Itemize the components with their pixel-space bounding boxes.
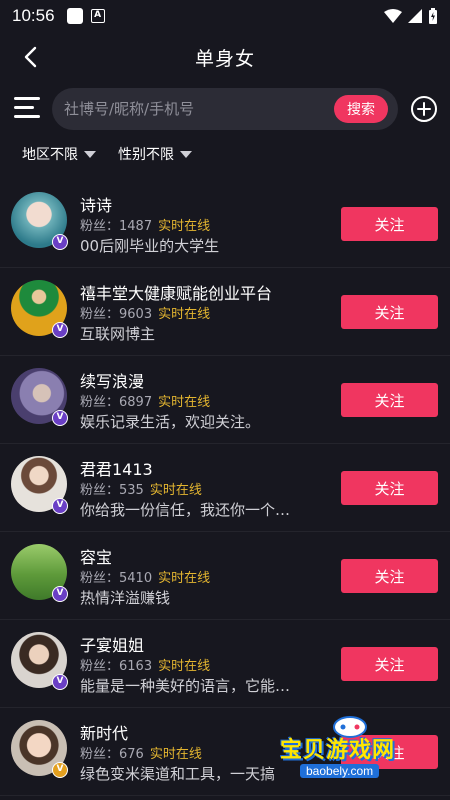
online-status: 实时在线 <box>149 747 202 762</box>
user-meta: 粉丝：535 实时在线 <box>80 479 202 498</box>
user-meta: 粉丝：5410 实时在线 <box>80 567 210 586</box>
user-meta: 粉丝：1487 实时在线 <box>80 215 210 234</box>
fans-count: 粉丝：676 <box>80 747 144 762</box>
user-bio: 00后刚毕业的大学生 <box>80 237 220 255</box>
fans-count: 粉丝：6897 <box>80 395 153 410</box>
verified-badge-icon: V <box>52 498 68 514</box>
user-name[interactable]: 新时代 <box>80 720 128 744</box>
search-button[interactable]: 搜索 <box>334 95 388 123</box>
user-row[interactable]: V 容宝 粉丝：5410 实时在线 热情洋溢赚钱 关注 <box>0 532 450 620</box>
menu-icon[interactable] <box>14 97 40 119</box>
follow-button[interactable]: 关注 <box>341 383 438 417</box>
watermark-text: 宝贝游戏网 <box>280 738 396 763</box>
back-arrow-icon[interactable] <box>18 44 44 70</box>
user-meta: 粉丝：6163 实时在线 <box>80 655 210 674</box>
verified-badge-icon: V <box>52 586 68 602</box>
gender-filter-label: 性别不限 <box>118 147 174 163</box>
gender-filter[interactable]: 性别不限 <box>118 142 192 166</box>
user-row[interactable]: V 子宴姐姐 粉丝：6163 实时在线 能量是一种美好的语言，它能… 关注 <box>0 620 450 708</box>
verified-badge-icon: V <box>52 410 68 426</box>
user-row[interactable]: V 诗诗 粉丝：1487 实时在线 00后刚毕业的大学生 关注 <box>0 180 450 268</box>
online-status: 实时在线 <box>158 395 211 410</box>
user-row[interactable]: V 君君1413 粉丝：535 实时在线 你给我一份信任，我还你一个… 关注 <box>0 444 450 532</box>
follow-button[interactable]: 关注 <box>341 295 438 329</box>
user-row[interactable]: V 禧丰堂大健康赋能创业平台 粉丝：9603 实时在线 互联网博主 关注 <box>0 268 450 356</box>
follow-button[interactable]: 关注 <box>341 647 438 681</box>
wifi-icon <box>384 9 402 23</box>
status-time: 10:56 <box>12 6 55 25</box>
user-name[interactable]: 君君1413 <box>80 456 153 480</box>
user-name[interactable]: 禧丰堂大健康赋能创业平台 <box>80 280 272 304</box>
follow-button[interactable]: 关注 <box>341 207 438 241</box>
user-name[interactable]: 子宴姐姐 <box>80 632 144 656</box>
status-bar: 10:56 A <box>0 0 450 32</box>
follow-button[interactable]: 关注 <box>341 471 438 505</box>
online-status: 实时在线 <box>158 307 211 322</box>
watermark: 宝贝游戏网 baobely.com <box>270 712 430 792</box>
caret-down-icon <box>180 150 192 158</box>
region-filter[interactable]: 地区不限 <box>22 142 96 166</box>
user-meta: 粉丝：6897 实时在线 <box>80 391 210 410</box>
filter-bar: 地区不限 性别不限 <box>0 142 450 166</box>
user-bio: 互联网博主 <box>80 325 156 343</box>
fans-count: 粉丝：1487 <box>80 219 153 234</box>
region-filter-label: 地区不限 <box>22 147 78 163</box>
fans-count: 粉丝：9603 <box>80 307 153 322</box>
search-input[interactable] <box>64 88 314 130</box>
verified-badge-icon: V <box>52 234 68 250</box>
online-status: 实时在线 <box>158 571 211 586</box>
fans-count: 粉丝：5410 <box>80 571 153 586</box>
user-list: V 诗诗 粉丝：1487 实时在线 00后刚毕业的大学生 关注 V 禧丰堂大健康赋… <box>0 180 450 796</box>
notification-icon <box>66 8 83 24</box>
user-name[interactable]: 容宝 <box>80 544 112 568</box>
user-row[interactable]: V 续写浪漫 粉丝：6897 实时在线 娱乐记录生活，欢迎关注。 关注 <box>0 356 450 444</box>
user-bio: 热情洋溢赚钱 <box>80 589 171 607</box>
user-bio: 你给我一份信任，我还你一个… <box>80 501 291 519</box>
add-circle-icon[interactable] <box>410 95 438 123</box>
online-status: 实时在线 <box>149 483 202 498</box>
fans-count: 粉丝：535 <box>80 483 144 498</box>
signal-icon <box>408 9 422 23</box>
user-name[interactable]: 续写浪漫 <box>80 368 144 392</box>
verified-badge-icon: V <box>52 322 68 338</box>
online-status: 实时在线 <box>158 219 211 234</box>
user-meta: 粉丝：9603 实时在线 <box>80 303 210 322</box>
user-name[interactable]: 诗诗 <box>80 192 112 216</box>
verified-badge-icon: V <box>52 762 68 778</box>
a-notification-icon: A <box>90 9 105 23</box>
search-row: 搜索 <box>0 86 450 132</box>
follow-button[interactable]: 关注 <box>341 559 438 593</box>
online-status: 实时在线 <box>158 659 211 674</box>
title-bar: 单身女 <box>0 32 450 82</box>
page-title: 单身女 <box>194 47 255 70</box>
fans-count: 粉丝：6163 <box>80 659 153 674</box>
user-bio: 能量是一种美好的语言，它能… <box>80 677 291 695</box>
user-meta: 粉丝：676 实时在线 <box>80 743 202 762</box>
watermark-url: baobely.com <box>300 764 380 778</box>
verified-badge-icon: V <box>52 674 68 690</box>
battery-icon <box>429 8 437 24</box>
caret-down-icon <box>84 150 96 158</box>
user-bio: 娱乐记录生活，欢迎关注。 <box>80 413 261 431</box>
search-box: 搜索 <box>52 88 398 130</box>
